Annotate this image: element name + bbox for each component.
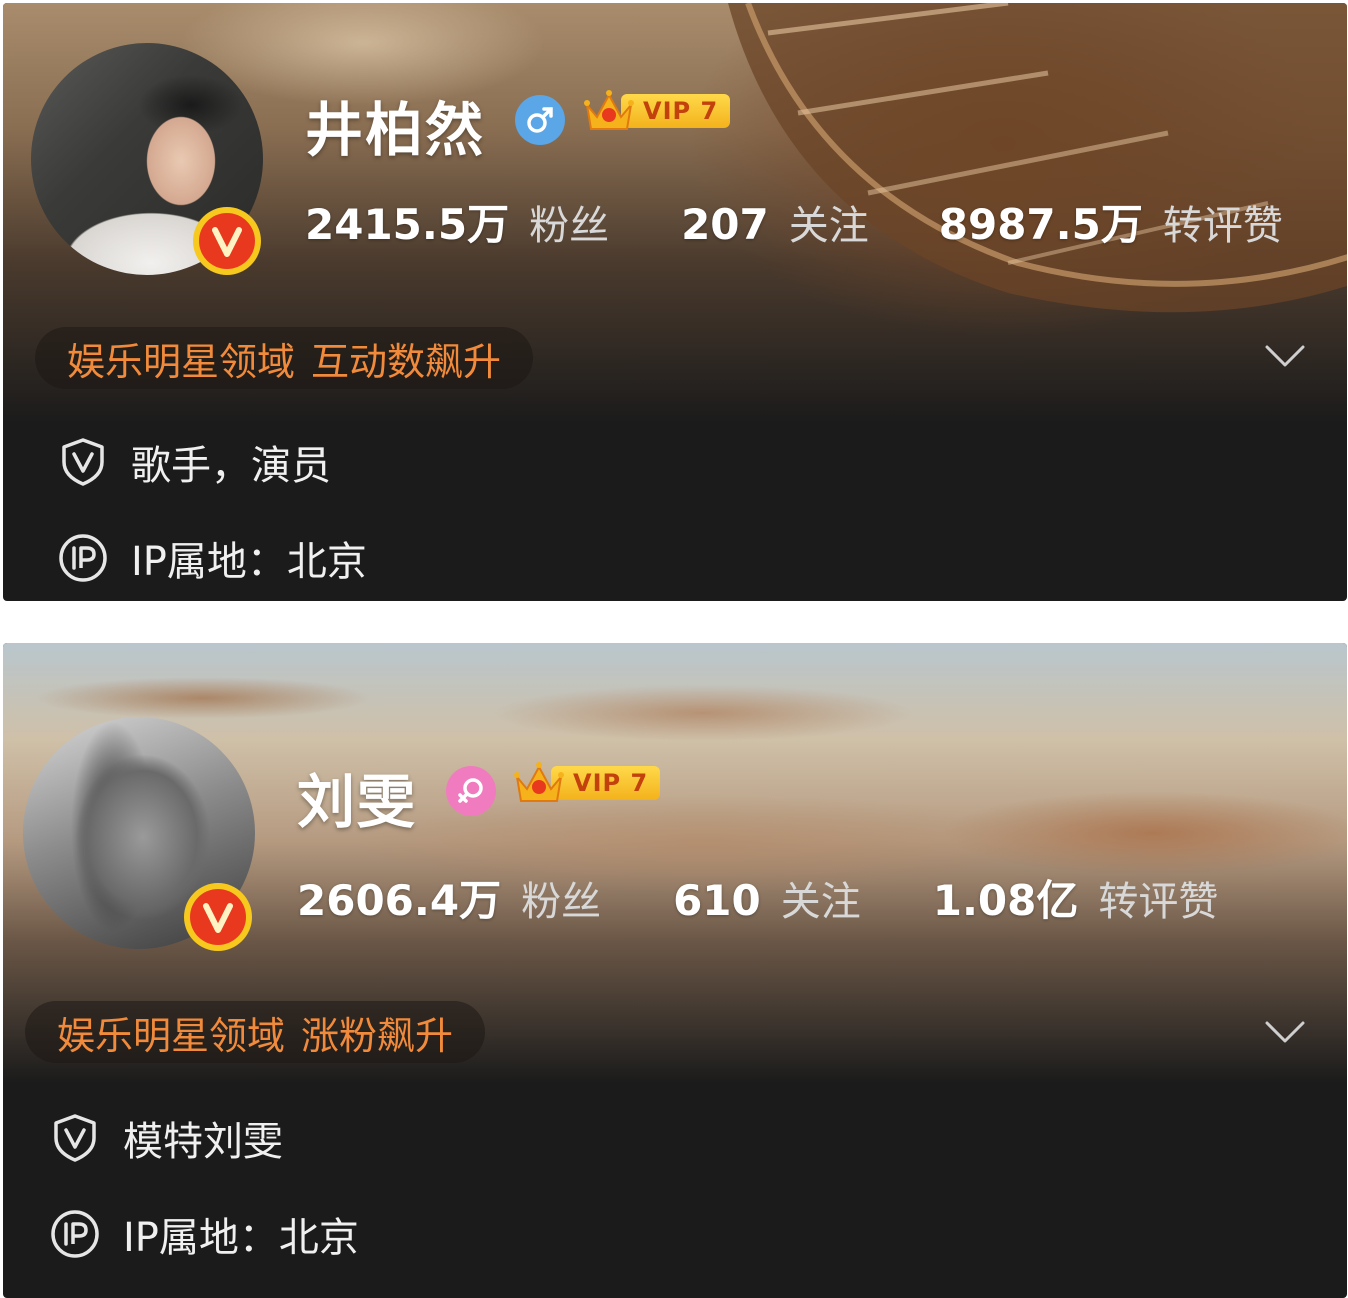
ip-location: IP属地：北京 <box>123 1215 359 1261</box>
followers-label: 粉丝 <box>529 203 610 249</box>
honor-tag[interactable]: 娱乐明星领域 互动数飙升 <box>35 327 534 389</box>
honor-tag[interactable]: 娱乐明星领域 涨粉飙升 <box>25 1001 486 1063</box>
engagement-count: 1.08亿 <box>932 876 1079 925</box>
male-icon <box>515 95 565 145</box>
profile-card: 井柏然 VIP 7 2415.5万 粉丝 207 关注 8987.5万 转评赞 … <box>3 3 1347 601</box>
verified-v-badge-icon <box>193 207 261 275</box>
shield-v-icon <box>62 438 104 486</box>
ip-location-row: IP属地：北京 <box>49 1205 359 1263</box>
vip-level-label: VIP 7 <box>621 94 731 128</box>
verification-description: 模特刘雯 <box>123 1119 283 1165</box>
shield-v-icon <box>54 1114 96 1162</box>
profile-card: 刘雯 VIP 7 2606.4万 粉丝 610 关注 1.08亿 转评赞 娱乐明… <box>3 643 1347 1298</box>
female-icon <box>446 766 496 816</box>
profile-name: 井柏然 <box>305 96 486 164</box>
chevron-down-icon[interactable] <box>1263 341 1307 371</box>
stats-row: 2415.5万 粉丝 207 关注 8987.5万 转评赞 <box>305 191 1283 252</box>
verification-description-row: 模特刘雯 <box>49 1109 283 1167</box>
profile-name: 刘雯 <box>297 768 418 836</box>
following-count: 610 <box>673 876 761 925</box>
ip-icon <box>59 534 107 582</box>
following-stat[interactable]: 610 关注 <box>673 869 861 927</box>
following-stat[interactable]: 207 关注 <box>681 193 869 251</box>
ip-location-row: IP属地：北京 <box>57 529 367 587</box>
chevron-down-icon[interactable] <box>1263 1017 1307 1047</box>
engagement-count: 8987.5万 <box>938 200 1143 249</box>
following-count: 207 <box>681 200 769 249</box>
vip-badge[interactable]: VIP 7 <box>583 90 731 131</box>
followers-label: 粉丝 <box>521 879 602 925</box>
followers-count: 2606.4万 <box>297 876 502 925</box>
engagement-label: 转评赞 <box>1098 879 1219 925</box>
followers-stat[interactable]: 2415.5万 粉丝 <box>305 191 609 252</box>
following-label: 关注 <box>780 879 861 925</box>
honor-domain: 娱乐明星领域 <box>67 339 296 384</box>
crown-icon <box>584 90 634 130</box>
crown-icon <box>514 762 564 802</box>
stats-row: 2606.4万 粉丝 610 关注 1.08亿 转评赞 <box>297 867 1218 928</box>
verification-description-row: 歌手，演员 <box>57 433 331 491</box>
honor-trend: 涨粉飙升 <box>301 1013 454 1058</box>
vip-badge[interactable]: VIP 7 <box>513 762 661 803</box>
following-label: 关注 <box>788 203 869 249</box>
engagement-stat[interactable]: 1.08亿 转评赞 <box>933 867 1219 928</box>
engagement-stat[interactable]: 8987.5万 转评赞 <box>939 191 1283 252</box>
engagement-label: 转评赞 <box>1162 203 1283 249</box>
vip-level-label: VIP 7 <box>551 766 661 800</box>
followers-count: 2415.5万 <box>305 200 510 249</box>
honor-trend: 互动数飙升 <box>311 339 502 384</box>
ip-icon <box>51 1210 99 1258</box>
verification-description: 歌手，演员 <box>131 443 331 489</box>
verified-v-badge-icon <box>184 883 252 951</box>
ip-location: IP属地：北京 <box>131 539 367 585</box>
cover-boat-graphic <box>728 3 1347 313</box>
followers-stat[interactable]: 2606.4万 粉丝 <box>297 867 601 928</box>
honor-domain: 娱乐明星领域 <box>57 1013 286 1058</box>
